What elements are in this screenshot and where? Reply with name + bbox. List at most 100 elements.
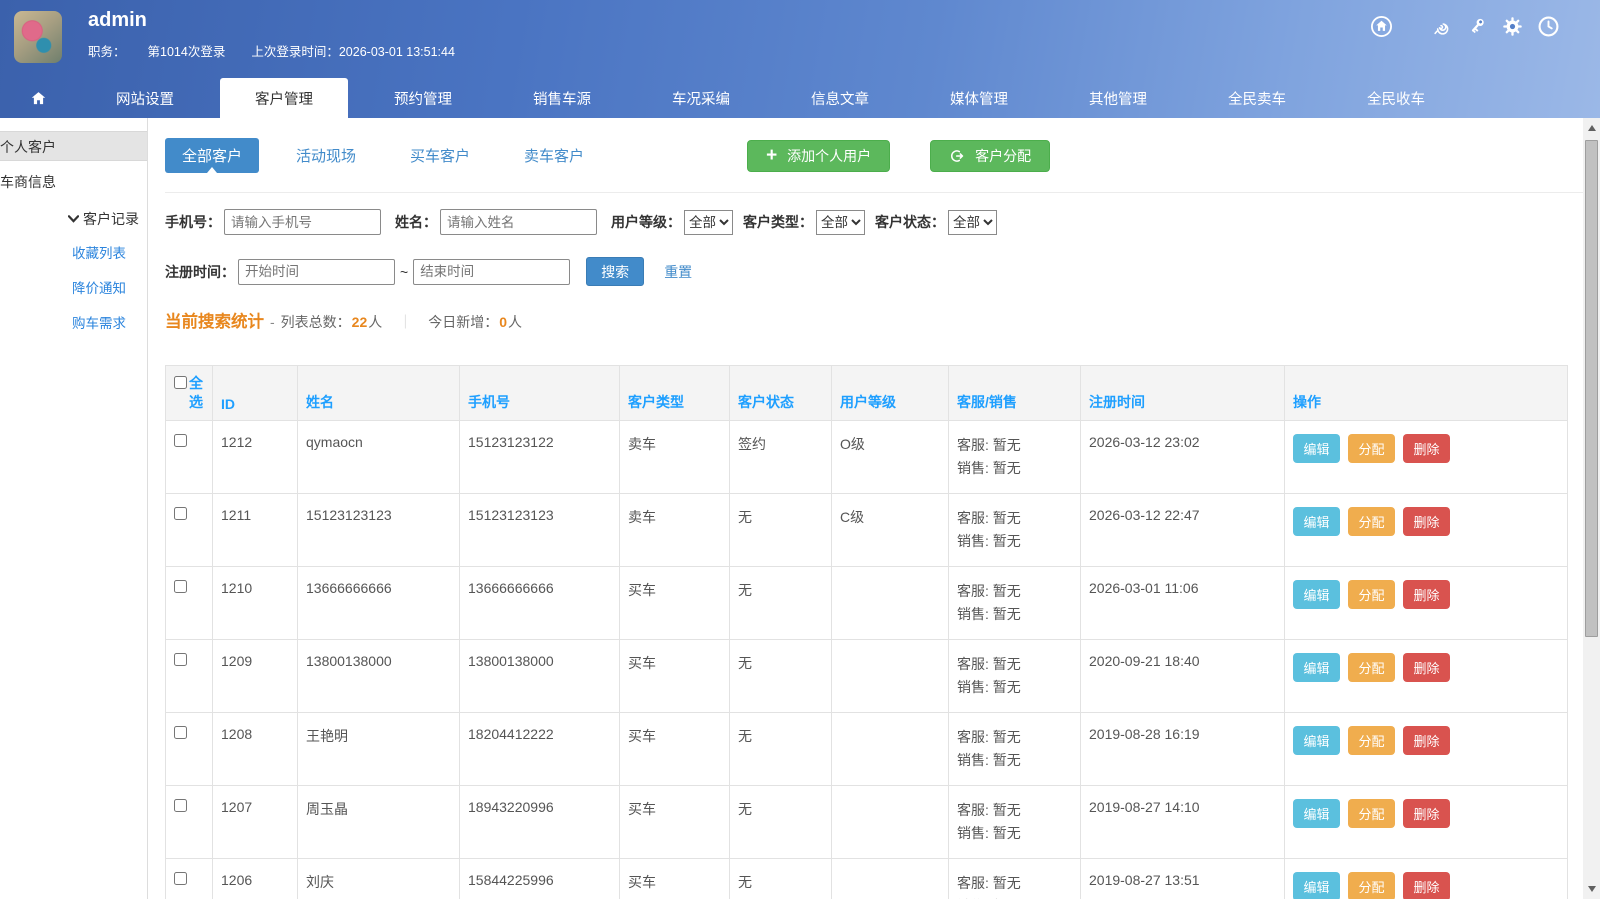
sidebar-item[interactable]: 收藏列表 bbox=[0, 239, 147, 269]
name-input[interactable] bbox=[440, 209, 597, 235]
filter-row-2: 注册时间： ~ 搜索 重置 bbox=[165, 257, 1585, 286]
delete-button[interactable]: 删除 bbox=[1403, 507, 1450, 536]
sidebar-item[interactable]: 客户记录 bbox=[0, 203, 147, 233]
cell-id: 1206 bbox=[213, 859, 298, 899]
customer-tab[interactable]: 买车客户 bbox=[393, 138, 487, 173]
edit-button[interactable]: 编辑 bbox=[1293, 580, 1340, 609]
row-checkbox[interactable] bbox=[174, 580, 187, 593]
sidebar-item[interactable]: 车商信息 bbox=[0, 167, 147, 197]
assign-button[interactable]: 分配 bbox=[1348, 580, 1395, 609]
nav-item[interactable]: 预约管理 bbox=[359, 78, 487, 118]
cell-register-time: 2026-03-12 22:47 bbox=[1081, 494, 1285, 567]
nav-item[interactable]: 全民收车 bbox=[1332, 78, 1460, 118]
table-row: 1206刘庆15844225996买车无客服: 暂无销售: 暂无2019-08-… bbox=[166, 859, 1568, 899]
delete-button[interactable]: 删除 bbox=[1403, 799, 1450, 828]
customer-assign-button[interactable]: 客户分配 bbox=[930, 140, 1050, 172]
cell-id: 1209 bbox=[213, 640, 298, 713]
column-header: 用户等级 bbox=[832, 366, 949, 421]
assign-button[interactable]: 分配 bbox=[1348, 434, 1395, 463]
chevron-down-icon bbox=[68, 203, 79, 233]
table-row: 12091380013800013800138000买车无客服: 暂无销售: 暂… bbox=[166, 640, 1568, 713]
reset-link[interactable]: 重置 bbox=[664, 262, 692, 282]
assign-button[interactable]: 分配 bbox=[1348, 799, 1395, 828]
nav-item[interactable]: 客户管理 bbox=[220, 78, 348, 118]
assign-button[interactable]: 分配 bbox=[1348, 872, 1395, 899]
cell-level bbox=[832, 859, 949, 899]
sidebar-item[interactable]: 降价通知 bbox=[0, 274, 147, 304]
edit-button[interactable]: 编辑 bbox=[1293, 434, 1340, 463]
nav-item[interactable]: 车况采编 bbox=[637, 78, 765, 118]
nav-item[interactable]: 其他管理 bbox=[1054, 78, 1182, 118]
column-header: 操作 bbox=[1285, 366, 1568, 421]
edit-button[interactable]: 编辑 bbox=[1293, 799, 1340, 828]
clock-icon[interactable] bbox=[1537, 15, 1560, 38]
cell-name: 13800138000 bbox=[298, 640, 460, 713]
customer-tab[interactable]: 卖车客户 bbox=[507, 138, 601, 173]
nav-item[interactable]: 销售车源 bbox=[498, 78, 626, 118]
delete-button[interactable]: 删除 bbox=[1403, 653, 1450, 682]
edit-button[interactable]: 编辑 bbox=[1293, 872, 1340, 899]
main-nav: 网站设置客户管理预约管理销售车源车况采编信息文章媒体管理其他管理全民卖车全民收车 bbox=[0, 78, 1600, 118]
table-body: 1212qymaocn15123123122卖车签约O级客服: 暂无销售: 暂无… bbox=[166, 421, 1568, 899]
key-icon[interactable] bbox=[1465, 15, 1488, 38]
nav-item[interactable]: 信息文章 bbox=[776, 78, 904, 118]
customer-tab[interactable]: 全部客户 bbox=[165, 138, 259, 173]
scrollbar-thumb[interactable] bbox=[1585, 140, 1598, 637]
row-checkbox[interactable] bbox=[174, 434, 187, 447]
delete-button[interactable]: 删除 bbox=[1403, 872, 1450, 899]
cell-name: 周玉晶 bbox=[298, 786, 460, 859]
customer-type-select[interactable]: 全部 bbox=[816, 210, 865, 235]
cell-level bbox=[832, 640, 949, 713]
cell-level: O级 bbox=[832, 421, 949, 494]
cell-register-time: 2020-09-21 18:40 bbox=[1081, 640, 1285, 713]
search-button[interactable]: 搜索 bbox=[586, 257, 644, 286]
nav-item[interactable]: 全民卖车 bbox=[1193, 78, 1321, 118]
vertical-scrollbar[interactable] bbox=[1583, 118, 1600, 899]
search-stats: 当前搜索统计 - 列表总数： 22 人 ｜ 今日新增： 0 人 bbox=[165, 308, 1585, 332]
nav-item[interactable]: 网站设置 bbox=[81, 78, 209, 118]
gear-icon[interactable] bbox=[1501, 15, 1524, 38]
clear-cache-spiral-icon[interactable] bbox=[1429, 15, 1452, 38]
scrollbar-up-arrow[interactable] bbox=[1583, 120, 1600, 136]
assign-button[interactable]: 分配 bbox=[1348, 653, 1395, 682]
sidebar-item[interactable]: 个人客户 bbox=[0, 131, 147, 161]
end-time-input[interactable] bbox=[413, 259, 570, 285]
cell-phone: 18204412222 bbox=[460, 713, 620, 786]
cell-status: 无 bbox=[730, 859, 832, 899]
nav-item[interactable]: 媒体管理 bbox=[915, 78, 1043, 118]
row-checkbox[interactable] bbox=[174, 799, 187, 812]
delete-button[interactable]: 删除 bbox=[1403, 434, 1450, 463]
cell-id: 1211 bbox=[213, 494, 298, 567]
row-checkbox[interactable] bbox=[174, 507, 187, 520]
row-checkbox[interactable] bbox=[174, 726, 187, 739]
row-checkbox[interactable] bbox=[174, 872, 187, 885]
cell-actions: 编辑分配删除 bbox=[1285, 859, 1568, 899]
row-checkbox[interactable] bbox=[174, 653, 187, 666]
column-header: 客服/销售 bbox=[949, 366, 1081, 421]
edit-button[interactable]: 编辑 bbox=[1293, 507, 1340, 536]
nav-home-icon[interactable] bbox=[30, 78, 47, 118]
assign-button[interactable]: 分配 bbox=[1348, 726, 1395, 755]
plus-icon: + bbox=[766, 146, 777, 165]
customer-tab[interactable]: 活动现场 bbox=[279, 138, 373, 173]
cell-type: 买车 bbox=[620, 640, 730, 713]
customer-status-select[interactable]: 全部 bbox=[948, 210, 997, 235]
sidebar-item[interactable]: 购车需求 bbox=[0, 309, 147, 339]
total-label: 列表总数： bbox=[281, 312, 351, 332]
cell-service-sales: 客服: 暂无销售: 暂无 bbox=[949, 859, 1081, 899]
edit-button[interactable]: 编辑 bbox=[1293, 653, 1340, 682]
home-circle-icon[interactable] bbox=[1370, 15, 1393, 38]
phone-input[interactable] bbox=[224, 209, 381, 235]
add-personal-user-button[interactable]: + 添加个人用户 bbox=[747, 140, 890, 172]
stats-title: 当前搜索统计 bbox=[165, 308, 264, 332]
cell-register-time: 2019-08-28 16:19 bbox=[1081, 713, 1285, 786]
user-level-select[interactable]: 全部 bbox=[684, 210, 733, 235]
cell-actions: 编辑分配删除 bbox=[1285, 786, 1568, 859]
scrollbar-down-arrow[interactable] bbox=[1583, 881, 1600, 897]
delete-button[interactable]: 删除 bbox=[1403, 726, 1450, 755]
select-all-checkbox[interactable] bbox=[174, 376, 187, 389]
edit-button[interactable]: 编辑 bbox=[1293, 726, 1340, 755]
assign-button[interactable]: 分配 bbox=[1348, 507, 1395, 536]
start-time-input[interactable] bbox=[238, 259, 395, 285]
delete-button[interactable]: 删除 bbox=[1403, 580, 1450, 609]
